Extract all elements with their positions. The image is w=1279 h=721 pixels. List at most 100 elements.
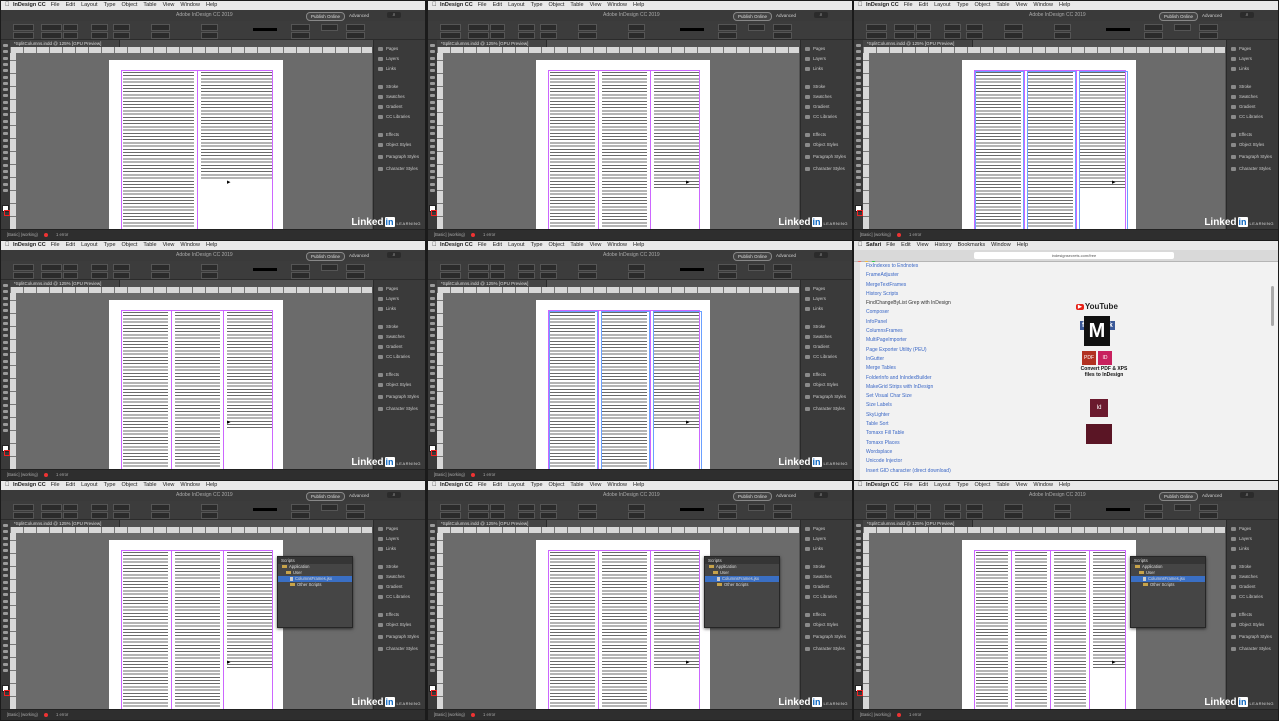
- tool-icon[interactable]: [3, 631, 8, 635]
- panel-character-styles[interactable]: Character Styles: [1231, 646, 1271, 651]
- control-field[interactable]: [894, 24, 915, 31]
- apple-icon[interactable]: : [5, 241, 11, 250]
- menu-item-file[interactable]: File: [904, 2, 913, 8]
- tool-icon[interactable]: [430, 50, 435, 54]
- menu-item-file[interactable]: File: [51, 2, 60, 8]
- control-field[interactable]: [41, 272, 62, 279]
- panel-pages[interactable]: Pages: [378, 526, 398, 531]
- text-frame[interactable]: [975, 71, 1024, 236]
- control-field[interactable]: [1199, 24, 1218, 31]
- tool-icon[interactable]: [856, 524, 861, 527]
- panel-gradient[interactable]: Gradient: [378, 344, 402, 349]
- tool-icon[interactable]: [430, 365, 435, 369]
- apple-icon[interactable]: : [432, 1, 438, 10]
- tool-icon[interactable]: [430, 397, 435, 401]
- control-field[interactable]: [13, 32, 34, 39]
- script-link[interactable]: FrameAdjuster: [866, 271, 1016, 280]
- youtube-logo[interactable]: ▶ YouTube: [1076, 302, 1118, 311]
- menu-item-object[interactable]: Object: [549, 2, 565, 8]
- menu-item-edit[interactable]: Edit: [919, 482, 928, 488]
- tool-icon[interactable]: [430, 403, 435, 407]
- tool-icon[interactable]: [3, 182, 8, 186]
- menu-item-table[interactable]: Table: [996, 482, 1009, 488]
- control-field[interactable]: [518, 32, 535, 39]
- control-field[interactable]: [291, 264, 310, 271]
- menu-item-bookmarks[interactable]: Bookmarks: [958, 242, 986, 248]
- menu-item-view[interactable]: View: [590, 242, 602, 248]
- tool-icon[interactable]: [3, 599, 8, 603]
- tool-icon[interactable]: [856, 151, 861, 155]
- tool-icon[interactable]: [856, 132, 861, 136]
- text-column[interactable]: [1015, 552, 1047, 720]
- control-field[interactable]: [966, 512, 983, 519]
- tool-icon[interactable]: [856, 593, 861, 597]
- control-field[interactable]: [13, 512, 34, 519]
- control-field[interactable]: [291, 272, 310, 279]
- tool-icon[interactable]: [3, 107, 8, 110]
- tool-icon[interactable]: [430, 618, 435, 622]
- apple-icon[interactable]: : [858, 1, 864, 10]
- control-field[interactable]: [321, 24, 338, 31]
- tool-icon[interactable]: [430, 69, 435, 73]
- panel-layers[interactable]: Layers: [378, 296, 399, 301]
- workspace-switcher[interactable]: Advanced: [349, 250, 369, 261]
- tool-icon[interactable]: [430, 668, 435, 672]
- panel-paragraph-styles[interactable]: Paragraph Styles: [378, 154, 419, 159]
- document-tab[interactable]: *SplitColumns.indd @ 125% [GPU Preview]: [437, 280, 547, 287]
- tool-icon[interactable]: [430, 568, 435, 572]
- tool-icon[interactable]: [430, 334, 435, 338]
- tool-icon[interactable]: [3, 88, 8, 92]
- control-field[interactable]: [151, 272, 170, 279]
- search-icon[interactable]: ⌕: [814, 252, 828, 258]
- menu-item-window[interactable]: Window: [180, 2, 200, 8]
- tool-icon[interactable]: [430, 290, 435, 294]
- tool-icon[interactable]: [856, 568, 861, 572]
- menu-item-file[interactable]: File: [51, 482, 60, 488]
- tool-icon[interactable]: [856, 81, 861, 85]
- tool-icon[interactable]: [3, 75, 8, 79]
- tool-icon[interactable]: [3, 302, 8, 306]
- mg-logo[interactable]: M: [1084, 316, 1110, 346]
- tool-icon[interactable]: [430, 372, 435, 376]
- style-status[interactable]: [Basic] (working): [434, 472, 465, 477]
- preflight-status[interactable]: 1 error: [470, 232, 495, 237]
- tool-icon[interactable]: [856, 555, 861, 559]
- text-frame[interactable]: [653, 311, 702, 476]
- control-field[interactable]: [894, 32, 915, 39]
- control-field[interactable]: [866, 24, 887, 31]
- tool-icon[interactable]: [856, 530, 861, 534]
- tool-icon[interactable]: [430, 536, 435, 540]
- panel-links[interactable]: Links: [378, 66, 396, 71]
- text-column[interactable]: [654, 552, 699, 670]
- tool-icon[interactable]: [856, 668, 861, 672]
- indesign-box-image[interactable]: [1086, 424, 1112, 444]
- menu-item-file[interactable]: File: [478, 482, 487, 488]
- menu-item-table[interactable]: Table: [143, 482, 156, 488]
- text-column[interactable]: [123, 72, 194, 240]
- preflight-status[interactable]: 1 error: [43, 472, 68, 477]
- tool-icon[interactable]: [856, 631, 861, 635]
- panel-cc-libraries[interactable]: CC Libraries: [1231, 594, 1263, 599]
- panel-gradient[interactable]: Gradient: [805, 344, 829, 349]
- script-link[interactable]: FixIndexes to Endnotes: [866, 262, 1016, 271]
- menu-item-type[interactable]: Type: [531, 2, 543, 8]
- panel-stroke[interactable]: Stroke: [805, 324, 825, 329]
- tool-icon[interactable]: [3, 593, 8, 597]
- tool-icon[interactable]: [430, 188, 435, 192]
- text-column[interactable]: [175, 552, 220, 720]
- menu-item-help[interactable]: Help: [1017, 242, 1028, 248]
- control-field[interactable]: [1004, 512, 1023, 519]
- tool-icon[interactable]: [3, 100, 8, 104]
- tool-icon[interactable]: [856, 637, 861, 641]
- text-frame[interactable]: [601, 311, 650, 476]
- control-field[interactable]: [1054, 512, 1071, 519]
- panel-paragraph-styles[interactable]: Paragraph Styles: [1231, 634, 1272, 639]
- tool-icon[interactable]: [430, 359, 435, 363]
- scrollbar[interactable]: [1271, 286, 1274, 326]
- menu-item-help[interactable]: Help: [633, 482, 644, 488]
- script-link[interactable]: Tomaxx Places: [866, 439, 1016, 448]
- control-field[interactable]: [490, 272, 505, 279]
- tool-icon[interactable]: [430, 347, 435, 350]
- control-field[interactable]: [540, 24, 557, 31]
- menu-item-type[interactable]: Type: [531, 482, 543, 488]
